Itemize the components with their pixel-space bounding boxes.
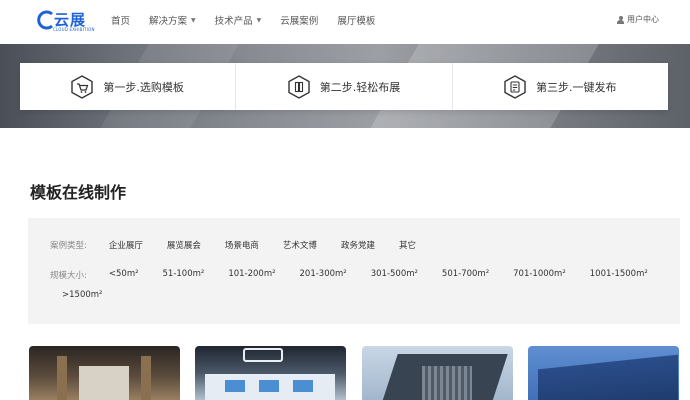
section-title: 模板在线制作 <box>30 183 127 202</box>
user-center-link[interactable]: 用户中心 <box>617 14 659 25</box>
scene-panel <box>293 380 313 392</box>
step-label: 第一步.选购模板 <box>103 80 184 94</box>
filter-option-other[interactable]: 其它 <box>399 239 416 251</box>
chevron-down-icon: ▼ <box>256 16 262 24</box>
top-header: 云展 CLOUD EXHIBITION 首页 解决方案 ▼ 技术产品 ▼ 云展案例 … <box>0 0 690 44</box>
nav-item-solutions[interactable]: 解决方案 ▼ <box>149 13 196 27</box>
step-publish[interactable]: 第三步.一键发布 <box>453 63 668 110</box>
scene-building <box>538 354 678 400</box>
scene-screen <box>79 366 129 400</box>
user-center-label: 用户中心 <box>627 15 659 24</box>
template-card-thumbnail[interactable] <box>195 346 346 400</box>
case-type-filter: 案例类型: 企业展厅 展览展会 场景电商 艺术文博 政务党建 其它 <box>50 239 416 251</box>
nav-item-home[interactable]: 首页 <box>111 13 130 27</box>
filter-option-enterprise[interactable]: 企业展厅 <box>109 239 143 251</box>
scene-panel <box>259 380 279 392</box>
main-nav: 首页 解决方案 ▼ 技术产品 ▼ 云展案例 展厅模板 <box>111 13 394 27</box>
layout-hex-icon <box>288 74 310 99</box>
template-card-thumbnail[interactable] <box>29 346 180 400</box>
template-card-thumbnail[interactable] <box>528 346 679 400</box>
nav-label: 展厅模板 <box>337 16 376 27</box>
step-arrange-exhibit[interactable]: 第二步.轻松布展 <box>236 63 453 110</box>
publish-hex-icon <box>504 74 526 99</box>
scene-pillar <box>141 356 151 400</box>
chevron-down-icon: ▼ <box>191 16 196 24</box>
filter-option-arts[interactable]: 艺术文博 <box>283 239 317 251</box>
size-option[interactable]: 501-700m² <box>442 269 489 281</box>
nav-label: 解决方案 <box>149 16 188 27</box>
size-filter: 规模大小: <50m² 51-100m² 101-200m² 201-300m²… <box>50 269 648 281</box>
cart-hex-icon <box>71 74 94 99</box>
nav-item-templates[interactable]: 展厅模板 <box>337 13 375 27</box>
filter-option-ecommerce[interactable]: 场景电商 <box>225 239 259 251</box>
size-option[interactable]: 301-500m² <box>371 269 418 281</box>
user-icon <box>617 15 624 24</box>
size-option[interactable]: 201-300m² <box>300 269 347 281</box>
filter-option-exhibition[interactable]: 展览展会 <box>167 239 201 251</box>
filter-option-government[interactable]: 政务党建 <box>341 239 375 251</box>
scene-facade <box>422 366 472 400</box>
scene-panel <box>225 380 245 392</box>
case-type-label: 案例类型: <box>50 241 87 251</box>
size-option[interactable]: >1500m² <box>62 290 102 300</box>
size-filter-overflow: >1500m² <box>62 290 102 300</box>
scene-ceiling-light <box>243 348 283 362</box>
steps-bar: 第一步.选购模板 第二步.轻松布展 第三步.一键发布 <box>20 63 668 110</box>
size-option[interactable]: 701-1000m² <box>513 269 566 281</box>
size-option[interactable]: <50m² <box>109 269 139 281</box>
nav-label: 首页 <box>111 16 131 27</box>
nav-label: 技术产品 <box>214 16 253 27</box>
step-label: 第二步.轻松布展 <box>319 80 401 94</box>
size-option[interactable]: 1001-1500m² <box>590 269 648 281</box>
nav-label: 云展案例 <box>280 16 319 27</box>
filter-panel: 案例类型: 企业展厅 展览展会 场景电商 艺术文博 政务党建 其它 规模大小: … <box>28 218 680 324</box>
logo[interactable]: 云展 CLOUD EXHIBITION <box>36 9 98 33</box>
size-label: 规模大小: <box>50 271 87 281</box>
scene-pillar <box>57 356 67 400</box>
nav-item-products[interactable]: 技术产品 ▼ <box>215 13 262 27</box>
size-option[interactable]: 101-200m² <box>228 269 275 281</box>
nav-item-cases[interactable]: 云展案例 <box>280 13 318 27</box>
step-label: 第三步.一键发布 <box>536 80 617 94</box>
step-select-template[interactable]: 第一步.选购模板 <box>20 63 237 110</box>
size-option[interactable]: 51-100m² <box>163 269 205 281</box>
logo-subtitle: CLOUD EXHIBITION <box>53 27 95 32</box>
template-card-thumbnail[interactable] <box>362 346 513 400</box>
